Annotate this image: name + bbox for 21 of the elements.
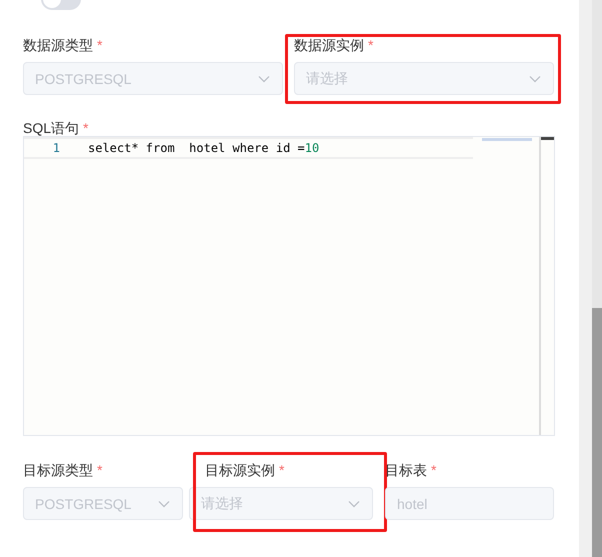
code-line: select* from hotel where id =10 [88, 141, 320, 155]
chevron-down-icon [158, 500, 170, 508]
required-asterisk: * [279, 461, 284, 479]
field-label: SQL语句 [23, 119, 80, 137]
field-label: 目标表 [385, 461, 427, 479]
chevron-down-icon [348, 500, 360, 508]
required-asterisk: * [368, 36, 374, 54]
chevron-down-icon [529, 74, 541, 82]
scrollbar-thumb[interactable] [592, 308, 602, 557]
field-label: 目标源实例 [205, 461, 275, 479]
ruler-marker [541, 137, 554, 140]
line-number: 1 [52, 141, 61, 155]
chevron-down-icon [258, 74, 270, 82]
field-label: 目标源类型 [23, 461, 93, 479]
required-asterisk: * [97, 36, 102, 54]
code-editor[interactable]: 1 select* from hotel where id =10 [23, 136, 555, 436]
field-label: 数据源类型 [23, 36, 93, 54]
required-asterisk: * [83, 119, 88, 137]
required-asterisk: * [431, 461, 436, 479]
field-label: 数据源实例 [294, 36, 364, 54]
required-asterisk: * [97, 461, 102, 479]
